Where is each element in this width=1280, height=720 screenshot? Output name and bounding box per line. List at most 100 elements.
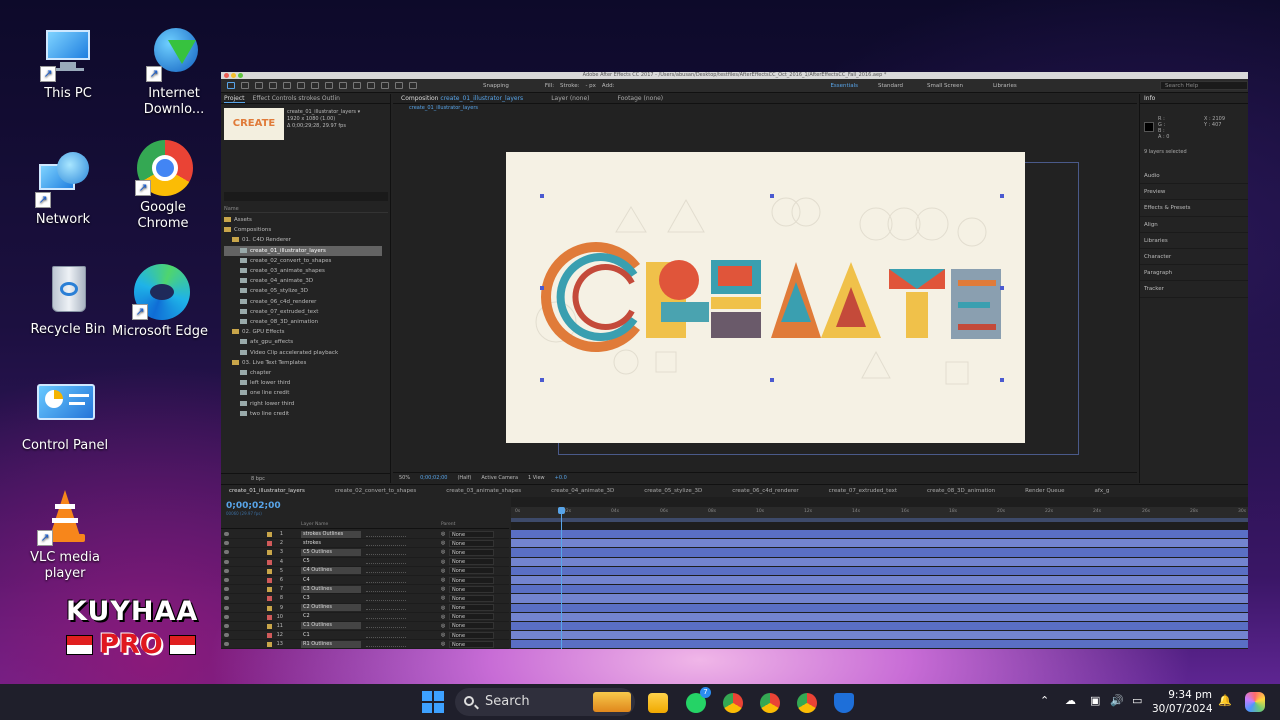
pickwhip-icon[interactable]: ◎	[441, 549, 445, 555]
label-color-swatch[interactable]	[267, 623, 272, 629]
pickwhip-icon[interactable]: ◎	[441, 586, 445, 592]
eye-icon[interactable]	[224, 587, 229, 592]
project-folder[interactable]: 01. C4D Renderer	[224, 235, 388, 245]
layer-name[interactable]: C5 Outlines	[301, 548, 361, 556]
layer-name[interactable]: strokes	[301, 540, 361, 547]
panel-tracker[interactable]: Tracker	[1140, 281, 1248, 298]
label-color-swatch[interactable]	[267, 568, 272, 574]
layer-name[interactable]: C1 Outlines	[301, 622, 361, 630]
layer-duration-bar[interactable]	[511, 566, 1248, 576]
project-comp-item[interactable]: chapter	[224, 368, 388, 378]
layer-switches[interactable]	[366, 568, 406, 574]
info-panel-title[interactable]: Info	[1140, 94, 1248, 104]
layer-switches[interactable]	[366, 541, 406, 546]
tab-footage[interactable]: Footage (none)	[617, 94, 663, 103]
timeline-tab[interactable]: create_02_convert_to_shapes	[327, 485, 438, 496]
time-ruler[interactable]: 0s 02s 04s 06s 08s 10s 12s 14s 16s 18s 20s 22s 24s 26…	[511, 507, 1248, 518]
panel-effects-presets[interactable]: Effects & Presets	[1140, 200, 1248, 217]
label-color-swatch[interactable]	[267, 596, 272, 602]
layer-switches[interactable]	[366, 623, 406, 629]
layer-name[interactable]: C3 Outlines	[301, 585, 361, 593]
battery-icon[interactable]: ▭	[1132, 694, 1142, 707]
layer-duration-bar[interactable]	[511, 557, 1248, 567]
layer-duration-bar[interactable]	[511, 631, 1248, 641]
current-time-indicator[interactable]	[558, 507, 565, 649]
rotate-tool-icon[interactable]	[269, 82, 277, 89]
layer-name[interactable]: C5	[301, 558, 361, 565]
pen-tool-icon[interactable]	[325, 82, 333, 89]
project-comp-item[interactable]: right lower third	[224, 399, 388, 409]
project-comp-item[interactable]: create_06_c4d_renderer	[224, 297, 388, 307]
views-dropdown[interactable]: 1 View	[528, 475, 545, 481]
layer-name[interactable]: C4 Outlines	[301, 567, 361, 575]
layer-row[interactable]: 11 C1 Outlines ◎ None	[221, 622, 509, 632]
project-folder[interactable]: 02. GPU Effects	[224, 327, 388, 337]
project-comp-item[interactable]: afx_gpu_effects	[224, 337, 388, 347]
pickwhip-icon[interactable]: ◎	[441, 531, 445, 537]
project-comp-item[interactable]: create_03_animate_shapes	[224, 266, 388, 276]
hand-tool-icon[interactable]	[241, 82, 249, 89]
volume-icon[interactable]: 🔊	[1110, 694, 1124, 707]
selection-handle[interactable]	[540, 378, 544, 382]
eye-icon[interactable]	[224, 605, 229, 610]
project-search-input[interactable]	[224, 192, 388, 201]
pickwhip-icon[interactable]: ◎	[441, 559, 445, 565]
layer-duration-bar[interactable]	[511, 594, 1248, 604]
timeline-current-time[interactable]: 0;00;02;00 00060 (29.97 fps)	[226, 501, 281, 516]
layer-row[interactable]: 5 C4 Outlines ◎ None	[221, 567, 509, 576]
workspace-standard[interactable]: Standard	[878, 83, 903, 89]
label-color-swatch[interactable]	[267, 605, 272, 611]
layer-switches[interactable]	[366, 605, 406, 611]
label-color-swatch[interactable]	[267, 559, 272, 565]
layer-duration-bar[interactable]	[511, 585, 1248, 595]
timeline-tab[interactable]: create_01_illustrator_layers	[221, 485, 327, 496]
timeline-tab[interactable]: create_07_extruded_text	[821, 485, 919, 496]
close-window-button[interactable]	[224, 73, 229, 78]
brush-tool-icon[interactable]	[353, 82, 361, 89]
tab-effect-controls[interactable]: Effect Controls strokes Outlin	[253, 94, 340, 103]
layer-switches[interactable]	[366, 578, 406, 583]
tab-layer[interactable]: Layer (none)	[551, 94, 589, 103]
project-folder[interactable]: Compositions	[224, 225, 388, 235]
resolution-dropdown[interactable]: (Half)	[457, 475, 471, 481]
minimize-window-button[interactable]	[231, 73, 236, 78]
fill-option[interactable]: Fill:	[545, 83, 554, 89]
project-comp-item[interactable]: create_05_stylize_3D	[224, 286, 388, 296]
add-option[interactable]: Add:	[602, 83, 615, 89]
tab-project[interactable]: Project	[224, 94, 245, 103]
rectangle-tool-icon[interactable]	[311, 82, 319, 89]
layer-row[interactable]: 13 R1 Outlines ◎ None	[221, 640, 509, 649]
layer-switches[interactable]	[366, 596, 406, 601]
layer-name[interactable]: C1	[301, 632, 361, 639]
pickwhip-icon[interactable]: ◎	[441, 641, 445, 647]
current-time-field[interactable]: 0;00;02;00	[420, 475, 447, 481]
layer-name[interactable]: C3	[301, 595, 361, 602]
parent-dropdown[interactable]: None	[449, 539, 494, 547]
project-comp-item[interactable]: two line credit	[224, 409, 388, 419]
desktop-icon-this-pc[interactable]: ↗ This PC	[20, 26, 116, 102]
parent-dropdown[interactable]: None	[449, 567, 494, 575]
layer-switches[interactable]	[366, 559, 406, 565]
panel-libraries[interactable]: Libraries	[1140, 233, 1248, 249]
layer-switches[interactable]	[366, 532, 406, 537]
chrome-taskbar-icon[interactable]	[723, 693, 743, 713]
layer-name[interactable]: C2	[301, 613, 361, 620]
timeline-tab[interactable]: create_04_animate_3D	[543, 485, 636, 496]
parent-dropdown[interactable]: None	[449, 604, 494, 612]
stroke-width[interactable]: - px	[585, 83, 595, 89]
project-folder[interactable]: Assets	[224, 215, 388, 225]
label-color-swatch[interactable]	[267, 633, 272, 639]
snapping-checkbox[interactable]: Snapping	[483, 83, 509, 89]
camera-tool-icon[interactable]	[283, 82, 291, 89]
exposure-field[interactable]: +0.0	[555, 475, 567, 481]
layer-duration-bar[interactable]	[511, 530, 1248, 540]
parent-dropdown[interactable]: None	[449, 576, 494, 584]
active-camera-dropdown[interactable]: Active Camera	[481, 475, 518, 481]
timeline-tab[interactable]: create_08_3D_animation	[919, 485, 1017, 496]
desktop-icon-control-panel[interactable]: Control Panel	[17, 378, 113, 454]
stroke-option[interactable]: Stroke:	[560, 83, 579, 89]
pickwhip-icon[interactable]: ◎	[441, 623, 445, 629]
parent-dropdown[interactable]: None	[449, 640, 494, 648]
label-color-swatch[interactable]	[267, 614, 272, 620]
taskbar-search[interactable]: Search	[455, 688, 635, 716]
